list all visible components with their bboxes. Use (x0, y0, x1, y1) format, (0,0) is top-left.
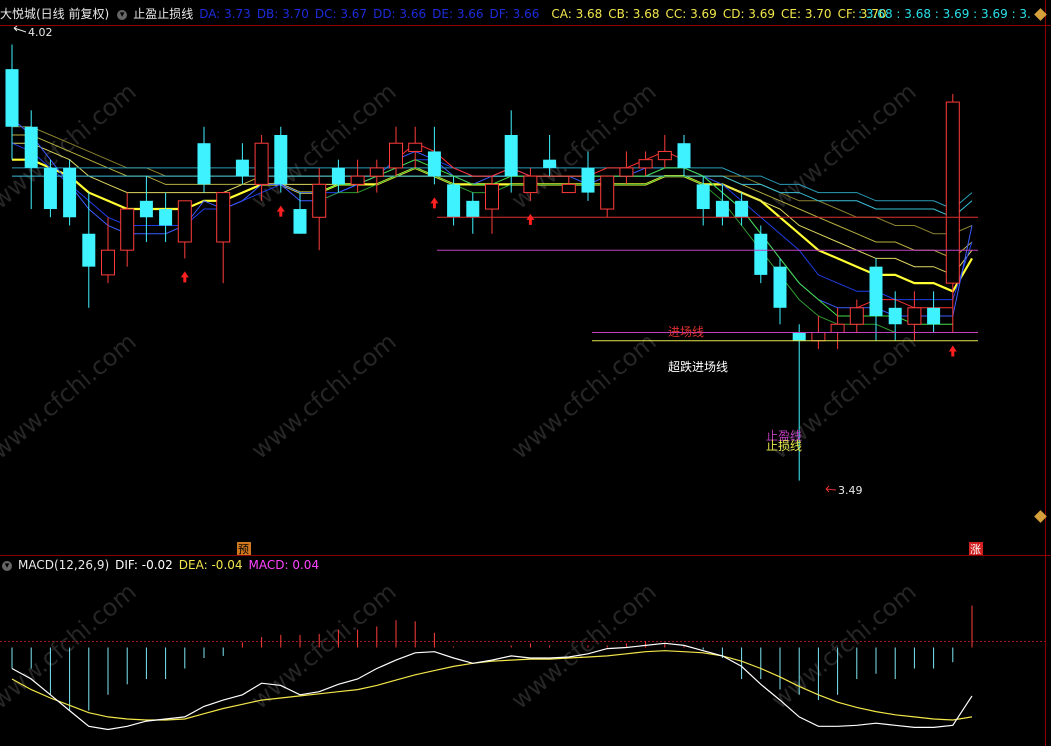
up-arrow-icon (276, 205, 285, 217)
candle-body (677, 143, 691, 168)
entry-line-label: 进场线 (668, 325, 704, 339)
watermark-text: www.cfchi.com (506, 77, 662, 214)
macd-header: ▾ MACD(12,26,9) DIF: -0.02 DEA: -0.04 MACD: … (0, 558, 325, 572)
candle-body (427, 151, 441, 177)
candle-body (216, 192, 231, 243)
candle-body (235, 159, 249, 177)
candle-body (389, 142, 403, 169)
cx-value: CB: 3.68 (608, 7, 660, 21)
watermark-layer: www.cfchi.com www.cfchi.com www.cfchi.com w… (0, 77, 922, 714)
candle-body (177, 200, 192, 243)
candle-body (274, 134, 288, 185)
chevron-down-icon[interactable]: ▾ (117, 9, 128, 20)
macd-dif: DIF: -0.02 (115, 558, 173, 572)
cx-value: CC: 3.69 (665, 7, 717, 21)
candle-body (773, 266, 787, 308)
stop-loss-label: 止损线 (766, 439, 802, 453)
watermark-text: www.cfchi.com (766, 77, 922, 214)
candle-body (888, 307, 902, 325)
watermark-text: www.cfchi.com (0, 327, 142, 464)
candle-body (619, 167, 634, 177)
candle-body (139, 200, 153, 218)
dx-value-list: DA: 3.73 DB: 3.70 DC: 3.67 DD: 3.66 DE: 3.66… (199, 7, 545, 21)
high-pointer-icon (13, 25, 27, 33)
candle-body (907, 307, 922, 325)
cx-value: CD: 3.69 (722, 7, 776, 21)
candle-body (159, 209, 173, 226)
candle-body (543, 159, 557, 168)
cx-value-list: CA: 3.68 CB: 3.68 CC: 3.69 CD: 3.69 CE: 3.70… (551, 7, 892, 21)
chevron-down-icon[interactable]: ▾ (2, 560, 12, 571)
candle-body (927, 307, 941, 325)
candle-body (600, 175, 615, 210)
candle-body (24, 126, 38, 168)
dx-value: DD: 3.66 (373, 7, 427, 21)
candle-body (43, 167, 57, 210)
candle-body (447, 184, 461, 218)
macd-value: MACD: 0.04 (248, 558, 320, 572)
high-price-label: 4.02 (28, 26, 53, 39)
watermark-text: www.cfchi.com (506, 327, 662, 464)
candle-body (811, 331, 826, 342)
candle-body (5, 69, 19, 127)
watermark-text: www.cfchi.com (246, 327, 402, 464)
candle-body (197, 143, 211, 185)
candle-body (120, 208, 135, 251)
candle-body (830, 323, 845, 333)
candle-body (254, 142, 269, 185)
candle-body (63, 167, 77, 218)
stock-title: 大悦城(日线 前复权) (0, 7, 110, 21)
candle-body (485, 183, 499, 210)
cx-value: CE: 3.70 (781, 7, 832, 21)
candle-body (869, 266, 883, 317)
candle-body (293, 209, 307, 234)
indicator-name[interactable]: 止盈止损线 (133, 7, 193, 21)
low-price-label: 3.49 (838, 484, 863, 497)
candle-body (101, 249, 115, 276)
macd-dea: DEA: -0.04 (178, 558, 243, 572)
oversold-entry-label: 超跌进场线 (668, 359, 728, 374)
right-header-values: : 3.68 : 3.68 : 3.69 : 3.69 : 3. (858, 7, 1031, 21)
candle-body (312, 183, 327, 218)
watermark-text: www.cfchi.com (246, 577, 402, 714)
candle-body (849, 307, 864, 325)
candle-body (792, 332, 806, 341)
candle-body (523, 175, 538, 194)
candle-body (408, 142, 423, 152)
candle-body (561, 183, 576, 194)
up-arrow-icon (948, 345, 957, 357)
dx-value: DA: 3.73 (199, 7, 251, 21)
dx-value: DC: 3.67 (314, 7, 368, 21)
candle-body (581, 167, 595, 193)
candle-body (369, 167, 384, 177)
candle-body (331, 167, 345, 185)
macd-title: MACD(12,26,9) (18, 558, 110, 572)
watermark-text: www.cfchi.com (766, 577, 922, 714)
candle-body (735, 200, 749, 218)
watermark-text: www.cfchi.com (0, 577, 142, 714)
dx-value: DF: 3.66 (489, 7, 540, 21)
dx-value: DB: 3.70 (256, 7, 309, 21)
candle-body (715, 200, 729, 218)
badge-right: 涨 (970, 543, 981, 556)
candle-body (82, 233, 96, 267)
candle-body (754, 233, 768, 275)
candle-body (504, 134, 518, 177)
candle-body (945, 101, 960, 284)
up-arrow-icon (430, 197, 439, 209)
candle-body (657, 150, 672, 161)
chart-canvas[interactable]: www.cfchi.com www.cfchi.com www.cfchi.com w… (0, 0, 1051, 746)
up-arrow-icon (526, 213, 535, 225)
main-header: 大悦城(日线 前复权) ▾ 止盈止损线 DA: 3.73 DB: 3.70 DC: 3.6… (0, 7, 899, 21)
candle-body (638, 159, 653, 169)
cx-value: CA: 3.68 (551, 7, 603, 21)
low-pointer-icon (825, 485, 837, 493)
up-arrow-icon (180, 271, 189, 283)
dx-value: DE: 3.66 (432, 7, 484, 21)
candle-body (696, 184, 710, 210)
badge-left: 预 (238, 543, 249, 556)
candle-body (350, 175, 365, 185)
candle-body (466, 200, 480, 218)
